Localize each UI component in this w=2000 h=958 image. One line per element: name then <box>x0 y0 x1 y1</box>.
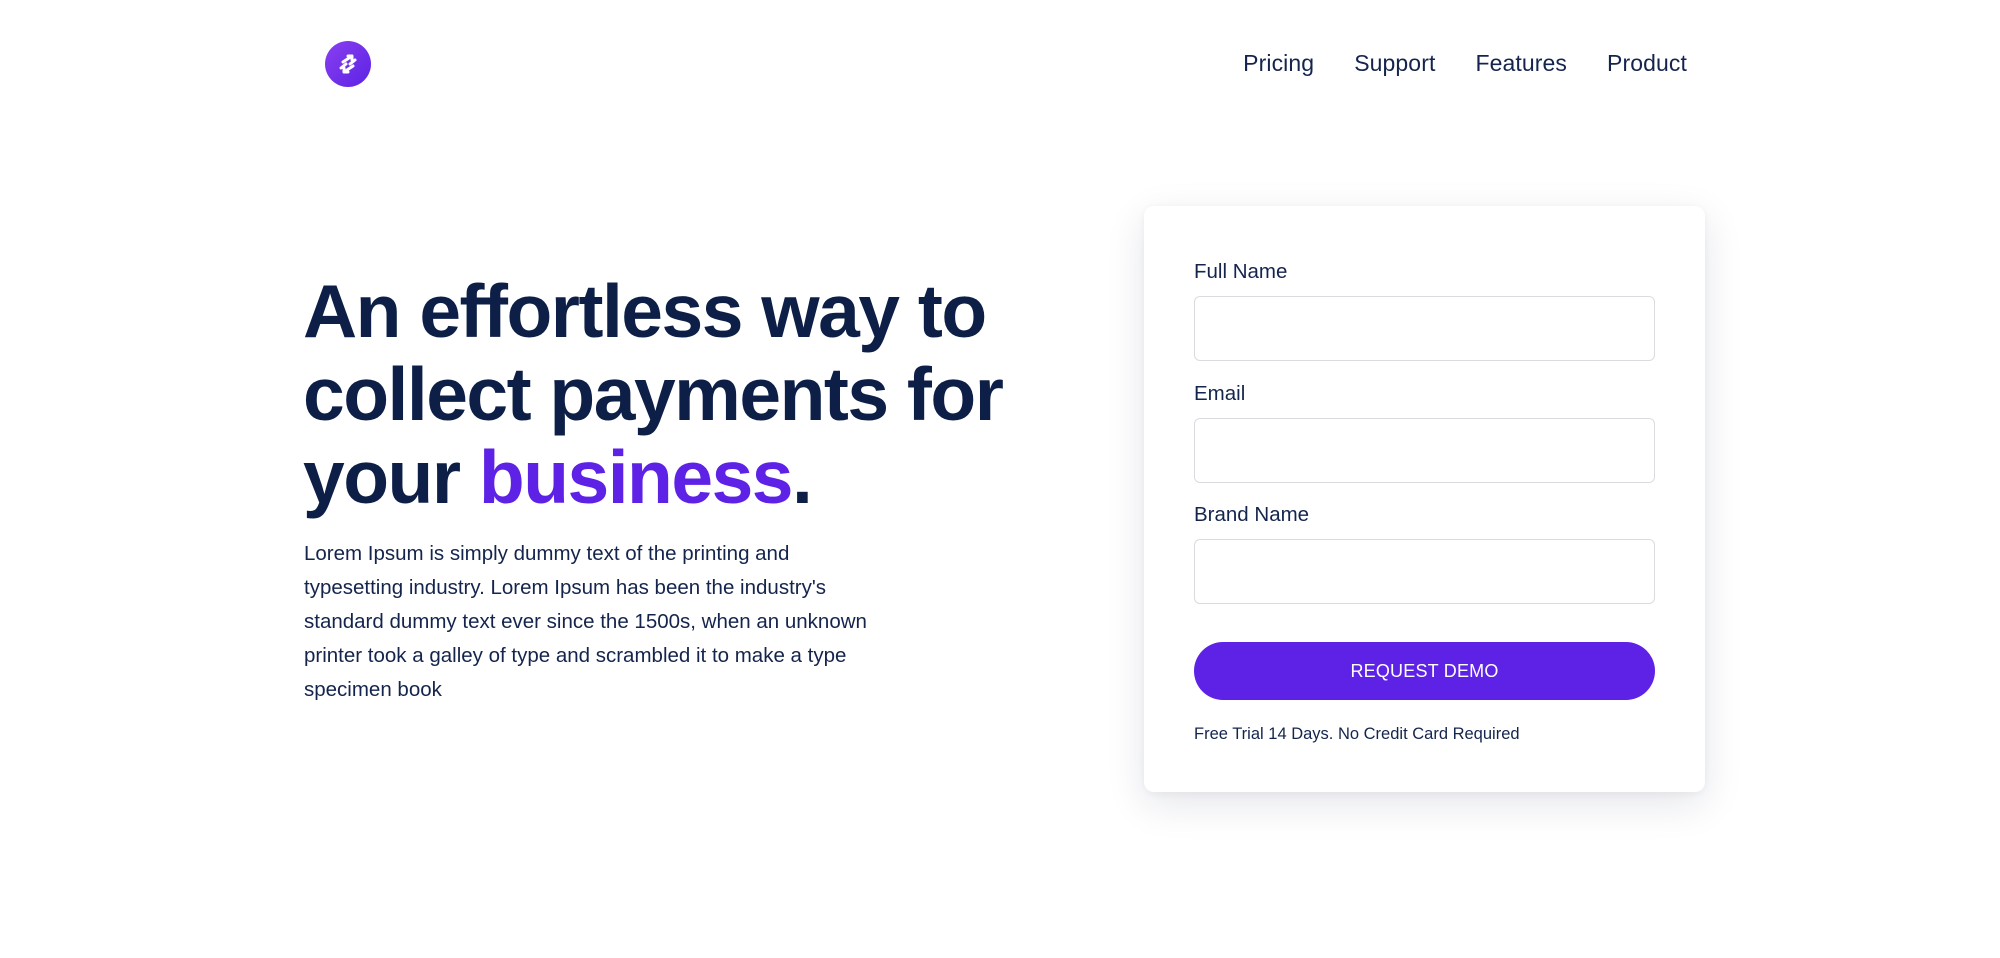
nav-link-support[interactable]: Support <box>1354 44 1435 82</box>
swap-arrows-icon <box>339 54 357 74</box>
brand-logo[interactable] <box>325 41 371 87</box>
hero-description: Lorem Ipsum is simply dummy text of the … <box>304 542 867 701</box>
brand-name-input[interactable] <box>1194 539 1655 604</box>
full-name-label: Full Name <box>1194 260 1288 283</box>
request-demo-button[interactable]: REQUEST DEMO <box>1194 642 1655 700</box>
hero-heading-line-3: your business. <box>303 435 813 519</box>
full-name-input[interactable] <box>1194 296 1655 361</box>
hero-heading-line-2: collect payments for <box>303 352 1004 436</box>
email-input[interactable] <box>1194 418 1655 483</box>
demo-request-form: Full Name Email Brand Name REQUEST DEMO … <box>1144 206 1705 792</box>
hero-heading-prefix: your <box>303 435 479 519</box>
nav-link-features[interactable]: Features <box>1475 44 1567 82</box>
nav-link-product[interactable]: Product <box>1607 44 1687 82</box>
nav-link-pricing[interactable]: Pricing <box>1243 44 1314 82</box>
hero-heading-line-1: An effortless way to <box>303 269 987 353</box>
hero-heading-suffix: . <box>792 435 813 519</box>
hero-heading-accent: business <box>478 435 794 519</box>
landing-page: Pricing Support Features Product An effo… <box>0 0 2000 958</box>
trial-note: Free Trial 14 Days. No Credit Card Requi… <box>1194 725 1520 743</box>
hero-heading: An effortless way to collect payments fo… <box>303 270 1123 519</box>
main-nav: Pricing Support Features Product <box>1243 44 1687 82</box>
email-label: Email <box>1194 382 1246 405</box>
brand-name-label: Brand Name <box>1194 503 1310 526</box>
